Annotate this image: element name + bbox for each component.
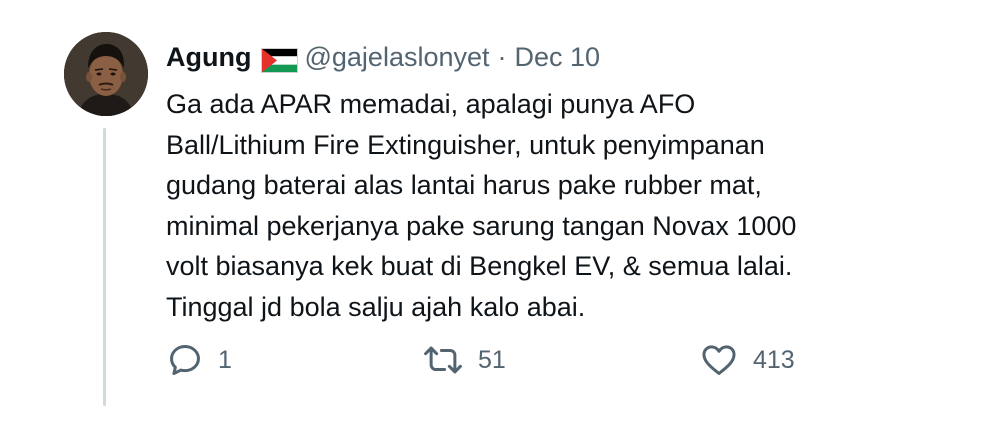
tweet-header: Agung @gajelaslonyet · Dec 10	[166, 38, 600, 76]
avatar[interactable]	[64, 32, 148, 116]
retweet-icon	[422, 341, 464, 379]
tweet-text-line: minimal pekerjanya pake sarung tangan No…	[166, 210, 797, 241]
palestine-flag-icon	[261, 45, 299, 73]
reply-button[interactable]: 1	[166, 340, 232, 380]
like-count: 413	[753, 345, 795, 374]
avatar-image	[64, 32, 148, 116]
tweet-date[interactable]: Dec 10	[515, 38, 601, 76]
header-separator: ·	[497, 42, 507, 72]
tweet-text: Ga ada APAR memadai, apalagi punya AFO B…	[166, 84, 946, 327]
tweet[interactable]: Agung @gajelaslonyet · Dec 10 Ga ada APA…	[0, 0, 996, 421]
tweet-text-line: Ball/Lithium Fire Extinguisher, untuk pe…	[166, 129, 765, 160]
tweet-text-line: volt biasanya kek buat di Bengkel EV, & …	[166, 251, 793, 281]
like-button[interactable]: 413	[699, 340, 795, 380]
tweet-text-line: Tinggal jd bola salju ajah kalo abai.	[166, 291, 586, 322]
thread-line	[103, 128, 106, 406]
retweet-button[interactable]: 51	[422, 340, 506, 380]
reply-icon	[166, 341, 204, 379]
heart-icon	[699, 341, 739, 379]
author-name[interactable]: Agung	[166, 38, 251, 76]
retweet-count: 51	[478, 345, 506, 374]
tweet-text-line: Ga ada APAR memadai, apalagi punya AFO	[166, 89, 696, 119]
tweet-actions: 1 51 413	[166, 340, 946, 380]
tweet-text-line: gudang baterai alas lantai harus pake ru…	[166, 170, 762, 200]
reply-count: 1	[218, 345, 232, 374]
author-handle[interactable]: @gajelaslonyet	[304, 38, 489, 76]
